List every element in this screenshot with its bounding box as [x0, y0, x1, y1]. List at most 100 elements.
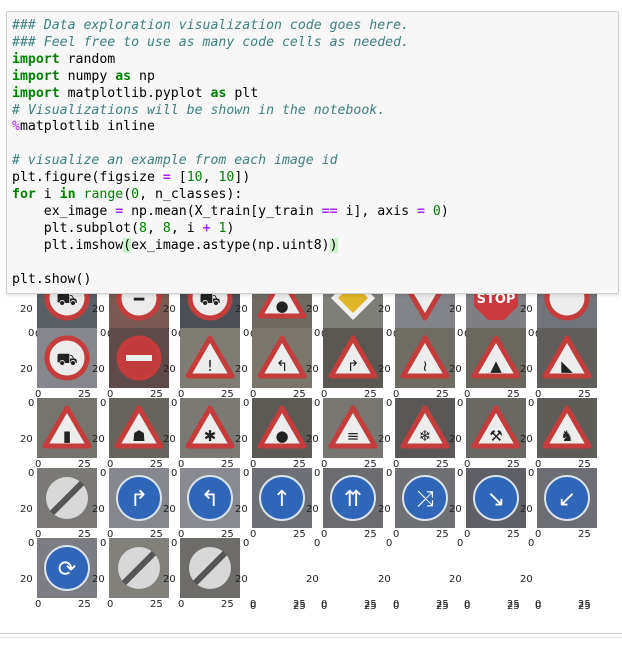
x-tick-label: 0 [35, 599, 42, 610]
svg-text:●: ● [275, 297, 288, 315]
y-tick-label: 20 [520, 304, 533, 315]
x-tick-label: 25 [578, 601, 591, 612]
y-tick-label: 0 [100, 468, 107, 479]
y-tick-label: 20 [378, 304, 391, 315]
y-tick-label: 0 [314, 328, 321, 339]
y-tick-label: 20 [449, 574, 462, 585]
svg-text:♞: ♞ [560, 427, 573, 445]
svg-text:❄: ❄ [419, 427, 432, 445]
y-tick-label: 0 [171, 398, 178, 409]
image-grid-output: ⛟20025━20025⛟20025●200252002520025STOP20… [0, 282, 600, 632]
svg-text:↰: ↰ [276, 357, 289, 375]
x-tick-label: 0 [464, 529, 471, 540]
cell-divider [0, 633, 622, 634]
svg-text:✱: ✱ [204, 427, 217, 445]
y-tick-label: 20 [235, 574, 248, 585]
x-tick-label: 0 [464, 601, 471, 612]
y-tick-label: 20 [163, 504, 176, 515]
subplot-image: ⤨ [395, 468, 455, 528]
subplot-image: ↙ [537, 468, 597, 528]
y-tick-label: 20 [235, 504, 248, 515]
y-tick-label: 0 [386, 538, 393, 549]
y-tick-label: 20 [520, 364, 533, 375]
y-tick-label: 20 [20, 364, 33, 375]
y-tick-label: 20 [92, 504, 105, 515]
subplot-image: ↑ [252, 468, 312, 528]
x-tick-label: 0 [321, 529, 328, 540]
svg-text:≡: ≡ [347, 427, 360, 445]
subplot-image [109, 328, 169, 388]
subplot-image [109, 538, 169, 598]
y-tick-label: 20 [20, 304, 33, 315]
y-tick-label: 0 [528, 468, 535, 479]
code-line-1: ### Data exploration visualization code … [12, 18, 409, 33]
x-tick-label: 25 [436, 529, 449, 540]
svg-text:⤨: ⤨ [416, 487, 434, 512]
code-input-area[interactable]: ### Data exploration visualization code … [6, 11, 619, 294]
subplot-image: ✱ [180, 398, 240, 458]
y-tick-label: 0 [528, 328, 535, 339]
x-tick-label: 25 [364, 601, 377, 612]
y-tick-label: 20 [163, 364, 176, 375]
svg-text:↑: ↑ [273, 487, 291, 512]
svg-text:↰: ↰ [201, 487, 219, 512]
y-tick-label: 0 [528, 398, 535, 409]
subplot-image: ↰ [180, 468, 240, 528]
subplot-image: ↰ [252, 328, 312, 388]
code-line-5: import matplotlib.pyplot as plt [12, 85, 259, 101]
svg-text:!: ! [207, 357, 213, 375]
y-tick-label: 0 [386, 398, 393, 409]
code-line-16: plt.show() [12, 271, 92, 287]
y-tick-label: 0 [100, 538, 107, 549]
y-tick-label: 20 [449, 434, 462, 445]
y-tick-label: 0 [386, 328, 393, 339]
y-tick-label: 20 [306, 364, 319, 375]
code-line-12: ex_image = np.mean(X_train[y_train == i]… [12, 203, 449, 219]
subplot-image: ❄ [395, 398, 455, 458]
y-tick-label: 20 [163, 304, 176, 315]
x-tick-label: 25 [221, 599, 234, 610]
subplot-image: ↱ [109, 468, 169, 528]
code-editor[interactable]: ### Data exploration visualization code … [7, 12, 618, 289]
subplot-image: ◣ [537, 328, 597, 388]
x-tick-label: 0 [250, 529, 257, 540]
code-line-11: for i in range(0, n_classes): [12, 187, 243, 203]
y-tick-label: 20 [20, 574, 33, 585]
svg-text:☗: ☗ [132, 427, 145, 445]
cell-divider-2 [0, 637, 622, 638]
svg-text:⟳: ⟳ [58, 557, 76, 582]
x-tick-label: 0 [393, 601, 400, 612]
y-tick-label: 0 [28, 468, 35, 479]
y-tick-label: 0 [243, 328, 250, 339]
x-tick-label: 0 [107, 599, 114, 610]
svg-text:↱: ↱ [347, 357, 360, 375]
svg-text:▲: ▲ [490, 357, 502, 375]
svg-text:STOP: STOP [477, 292, 516, 307]
y-tick-label: 0 [100, 328, 107, 339]
x-tick-label: 0 [250, 601, 257, 612]
y-tick-label: 20 [235, 304, 248, 315]
svg-text:↙: ↙ [558, 487, 576, 512]
x-tick-label: 25 [507, 601, 520, 612]
y-tick-label: 0 [457, 468, 464, 479]
y-tick-label: 20 [306, 304, 319, 315]
code-line-6: # Visualizations will be shown in the no… [12, 102, 386, 118]
y-tick-label: 0 [457, 398, 464, 409]
subplot-image: ⚒ [466, 398, 526, 458]
y-tick-label: 0 [243, 398, 250, 409]
y-tick-label: 0 [28, 538, 35, 549]
svg-text:◣: ◣ [561, 357, 573, 375]
code-line-14: plt.imshow(ex_image.astype(np.uint8)) [12, 237, 338, 253]
y-tick-label: 0 [28, 398, 35, 409]
x-tick-label: 25 [293, 529, 306, 540]
y-tick-label: 20 [378, 434, 391, 445]
subplot-image: ● [252, 398, 312, 458]
y-tick-label: 0 [457, 328, 464, 339]
y-tick-label: 20 [92, 434, 105, 445]
subplot-image: ! [180, 328, 240, 388]
code-line-2: ### Feel free to use as many code cells … [12, 34, 409, 50]
x-tick-label: 0 [393, 529, 400, 540]
code-line-4: import numpy as np [12, 68, 155, 84]
y-tick-label: 20 [378, 504, 391, 515]
svg-text:⚒: ⚒ [489, 427, 502, 445]
